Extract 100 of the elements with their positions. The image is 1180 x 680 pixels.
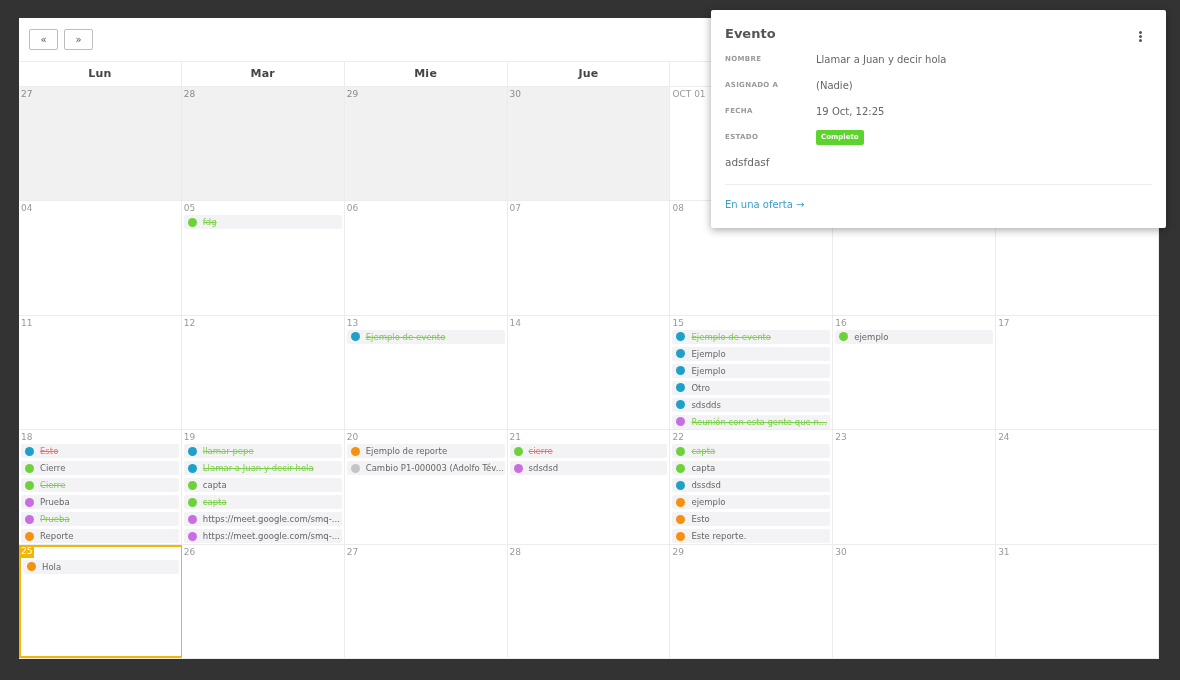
weekday-header: Mie (414, 65, 438, 82)
day-cell[interactable]: 16 ejemplo (833, 315, 997, 430)
day-cell[interactable]: 22 capta capta dssdsd ejemplo Esto Este reporte. (670, 430, 834, 544)
event-chip[interactable]: Reunión con esta gente que n... (672, 414, 831, 429)
event-chip[interactable]: sdsdsd (509, 461, 668, 476)
day-cell[interactable]: 24 (996, 430, 1159, 544)
event-chip[interactable]: ejemplo (835, 329, 994, 344)
day-cell[interactable]: 19 llamar pepe Llamar a Juan y decir hola capta capta https://meet.google.com/smq-... https://meet.google.com/smq-... (181, 430, 345, 544)
day-number: 20 (346, 432, 359, 443)
day-number: 13 (346, 317, 359, 328)
day-cell[interactable]: 30 (833, 544, 997, 658)
day-cell[interactable]: 04 (19, 201, 182, 315)
day-cell[interactable]: 29 (344, 87, 508, 201)
day-cell[interactable]: 07 (507, 201, 671, 315)
field-value: Llamar a Juan y decir hola (816, 53, 947, 67)
day-number: 30 (835, 546, 847, 557)
event-title: capta (691, 445, 716, 458)
day-cell[interactable]: 15 Ejemplo de evento Ejemplo Ejemplo Otro sdsdds Reunión con esta gente que n... (670, 315, 834, 430)
event-title: llamar pepe (202, 445, 254, 458)
event-chip[interactable]: Esto (672, 512, 831, 527)
day-cell[interactable]: 06 (344, 201, 508, 315)
day-number: 27 (21, 89, 33, 99)
day-number: 31 (998, 546, 1010, 557)
day-cell[interactable]: 26 (181, 544, 345, 658)
event-chip[interactable]: Esto (21, 444, 179, 459)
day-cell[interactable]: 11 (19, 315, 182, 430)
day-cell[interactable]: 23 (833, 430, 997, 544)
event-chip[interactable]: Cierre (21, 478, 179, 493)
event-title: Cierre (40, 479, 66, 492)
day-cell[interactable]: 29 (670, 544, 834, 658)
event-chip[interactable]: Ejemplo de evento (672, 329, 831, 344)
weekday-header: Mar (250, 65, 276, 82)
event-chip[interactable]: Prueba (21, 495, 179, 510)
event-title: dssdsd (691, 479, 721, 492)
event-chip[interactable]: capta (672, 461, 831, 476)
day-number: 26 (183, 546, 196, 557)
day-number: 05 (183, 203, 196, 214)
day-number: 21 (509, 432, 521, 443)
day-cell[interactable]: 30 (507, 87, 671, 201)
event-chip[interactable]: Ejemplo (672, 363, 831, 378)
event-title: Este reporte. (691, 530, 747, 543)
event-title: Esto (40, 445, 59, 458)
event-title: Cierre (40, 462, 66, 475)
day-cell[interactable]: 13 Ejemplo de evento (344, 315, 508, 430)
previous-button[interactable]: « (29, 29, 58, 50)
event-chip[interactable]: ejemplo (672, 495, 831, 510)
day-cell[interactable]: 28 (507, 544, 671, 658)
event-chip[interactable]: cierre (509, 444, 668, 459)
event-chip[interactable]: Reporte (21, 529, 179, 544)
event-title: Prueba (40, 513, 70, 526)
day-cell[interactable]: 05 fdg (181, 201, 345, 315)
event-chip[interactable]: Prueba (21, 512, 179, 527)
event-title: capta (202, 479, 227, 492)
event-chip[interactable]: Llamar a Juan y decir hola (183, 461, 342, 476)
event-chip[interactable]: Este reporte. (672, 529, 831, 544)
day-number: 14 (509, 317, 521, 328)
event-title: cierre (528, 445, 553, 458)
day-cell[interactable]: 18 Esto Cierre Cierre Prueba Prueba Reporte (19, 430, 182, 544)
field-value: (Nadie) (816, 79, 853, 93)
day-cell[interactable]: 20 Ejemplo de reporte Cambio P1-000003 (Adolfo Tév... (344, 430, 508, 544)
day-number: 12 (183, 317, 196, 328)
next-button[interactable]: » (64, 29, 93, 50)
event-chip[interactable]: Ejemplo de evento (346, 329, 505, 344)
event-chip[interactable]: Otro (672, 380, 831, 395)
event-chip[interactable]: capta (672, 444, 831, 459)
event-chip[interactable]: https://meet.google.com/smq-... (183, 529, 342, 544)
popup-title: Evento (725, 25, 776, 43)
day-cell[interactable]: 21 cierre sdsdsd (507, 430, 671, 544)
event-title: capta (202, 496, 227, 509)
event-chip[interactable]: llamar pepe (183, 444, 342, 459)
event-chip[interactable]: Cierre (21, 461, 179, 476)
event-title: Ejemplo (691, 347, 726, 360)
day-cell[interactable]: 25 Hola (19, 544, 182, 658)
event-title: Reporte (40, 530, 74, 543)
event-chip[interactable]: capta (183, 478, 342, 493)
day-number: 28 (509, 546, 521, 557)
day-cell[interactable]: 31 (996, 544, 1159, 658)
weekday-header: Jue (578, 65, 599, 82)
event-chip[interactable]: sdsdds (672, 397, 831, 412)
event-chip[interactable]: Ejemplo de reporte (346, 444, 505, 459)
event-chip[interactable]: Cambio P1-000003 (Adolfo Tév... (346, 461, 505, 476)
event-chip[interactable]: Hola (23, 559, 179, 574)
day-cell[interactable]: 27 (19, 87, 182, 201)
day-number: 24 (998, 432, 1010, 443)
event-chip[interactable]: Ejemplo (672, 346, 831, 361)
event-title: Otro (691, 381, 710, 394)
event-chip[interactable]: dssdsd (672, 478, 831, 493)
day-cell[interactable]: 28 (181, 87, 345, 201)
day-cell[interactable]: 27 (344, 544, 508, 658)
event-title: Ejemplo de evento (365, 330, 446, 343)
day-cell[interactable]: 12 (181, 315, 345, 430)
event-title: https://meet.google.com/smq-... (202, 513, 340, 526)
event-chip[interactable]: capta (183, 495, 342, 510)
day-number: 29 (672, 546, 684, 557)
day-cell[interactable]: 14 (507, 315, 671, 430)
day-number: 23 (835, 432, 847, 443)
more-options-icon[interactable] (1139, 31, 1142, 42)
day-cell[interactable]: 17 (996, 315, 1159, 430)
event-chip[interactable]: https://meet.google.com/smq-... (183, 512, 342, 527)
event-chip[interactable]: fdg (183, 215, 342, 230)
